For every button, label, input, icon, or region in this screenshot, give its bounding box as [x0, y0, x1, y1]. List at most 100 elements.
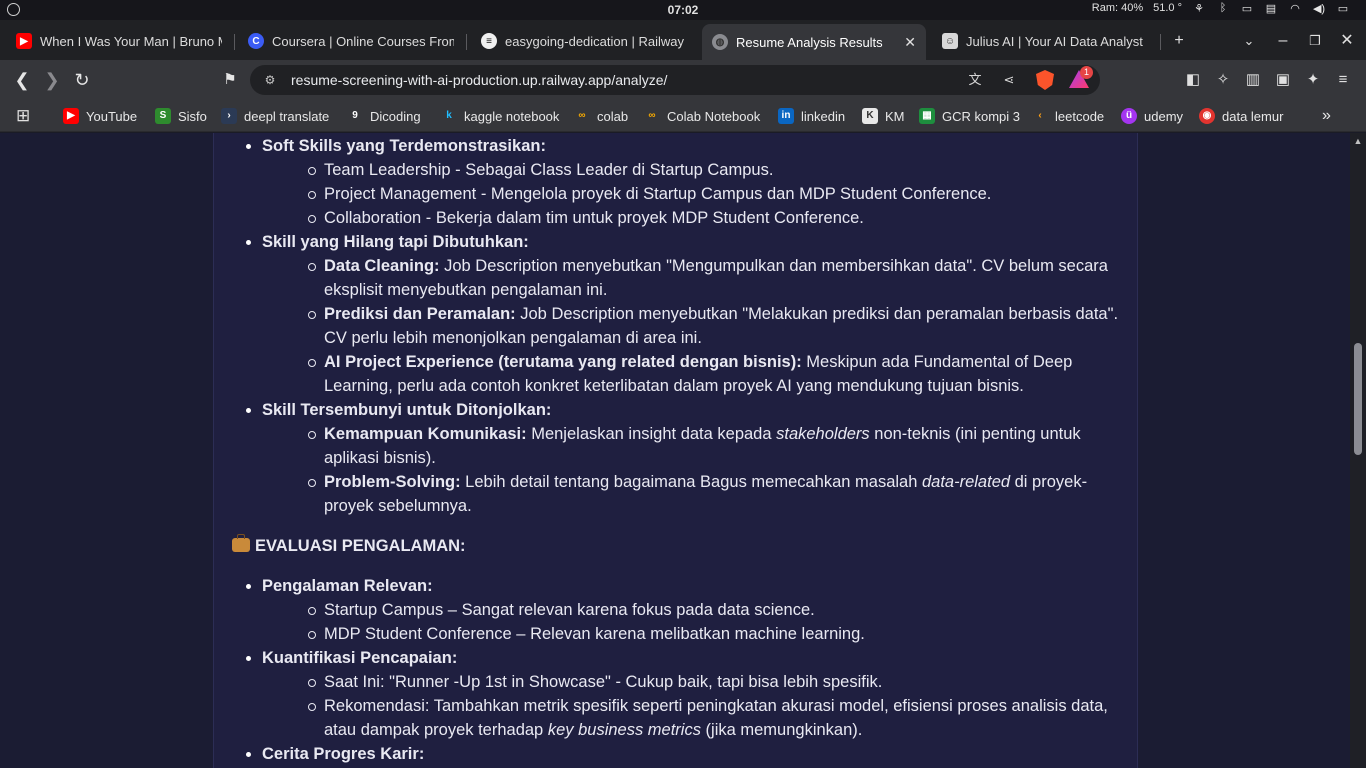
forward-button[interactable]: ❯ [40, 68, 64, 92]
menu-icon[interactable]: ≡ [1332, 69, 1354, 91]
bookmark-colab[interactable]: ∞ colab [574, 107, 628, 125]
address-bar[interactable]: ⚙ resume-screening-with-ai-production.up… [250, 65, 1100, 95]
list-item: Skill Tersembunyi untuk Ditonjolkan: Kem… [232, 398, 1122, 518]
tab-strip: ▶ When I Was Your Man | Bruno M C Course… [0, 20, 1366, 60]
list-item: Pengalaman Relevan: Startup Campus – San… [232, 574, 1122, 646]
extension-icon[interactable]: ◧ [1182, 69, 1204, 91]
system-tray: Ram: 40% 51.0 ° ⚘ ᛒ ▭ ▤ ◠ ◀) ▭ [1091, 2, 1350, 15]
deepl-icon: › [221, 108, 237, 124]
tab-coursera[interactable]: C Coursera | Online Courses From [238, 26, 464, 56]
maximize-button[interactable]: ❐ [1304, 30, 1326, 52]
sisfo-icon: S [155, 108, 171, 124]
list-item: Skill yang Hilang tapi Dibutuhkan: Data … [232, 230, 1122, 398]
youtube-icon: ▶ [16, 33, 32, 49]
list-item: Team Leadership - Sebagai Class Leader d… [262, 158, 1122, 182]
analysis-content: Soft Skills yang Terdemonstrasikan: Team… [232, 133, 1122, 766]
linkedin-icon: in [778, 108, 794, 124]
list-item: Cerita Progres Karir: [232, 742, 1122, 766]
notification-badge: 1 [1080, 66, 1093, 79]
bookmark-deepl[interactable]: › deepl translate [221, 107, 329, 125]
list-item: Rekomendasi: Tambahkan metrik spesifik s… [262, 694, 1122, 742]
bookmark-leetcode[interactable]: ‹ leetcode [1032, 107, 1104, 125]
vpn-icon[interactable]: ⚘ [1192, 2, 1206, 15]
railway-icon: ≡ [481, 33, 497, 49]
list-item: Kuantifikasi Pencapaian: Saat Ini: "Runn… [232, 646, 1122, 742]
scroll-up-arrow-icon[interactable]: ▲ [1353, 137, 1363, 146]
more-bookmarks-icon[interactable]: » [1322, 107, 1331, 125]
tab-railway[interactable]: ≡ easygoing-dedication | Railway [471, 26, 697, 56]
ram-indicator: Ram: 40% [1091, 2, 1144, 14]
tab-title: Coursera | Online Courses From [272, 33, 454, 49]
extensions-puzzle-icon[interactable]: ✧ [1212, 69, 1234, 91]
minimize-button[interactable]: – [1272, 30, 1294, 52]
section-heading-experience: EVALUASI PENGALAMAN: [232, 534, 1122, 558]
site-settings-icon[interactable]: ⚙ [262, 72, 278, 88]
scrollbar-thumb[interactable] [1354, 343, 1362, 455]
list-item: Problem-Solving: Lebih detail tentang ba… [262, 470, 1122, 518]
list-item: Startup Campus – Sangat relevan karena f… [262, 598, 1122, 622]
bookmark-kaggle[interactable]: k kaggle notebook [441, 107, 559, 125]
colab-icon: ∞ [578, 110, 586, 121]
sidebar-icon[interactable]: ▥ [1242, 69, 1264, 91]
volume-icon[interactable]: ◀) [1312, 2, 1326, 15]
tab-resume-analysis[interactable]: ◍ Resume Analysis Results ✕ [702, 24, 926, 60]
browser-toolbar: ❮ ❯ ↻ ⚑ ⚙ resume-screening-with-ai-produ… [0, 60, 1366, 100]
bookmark-gcr[interactable]: ▦ GCR kompi 3 [919, 107, 1020, 125]
brave-shields-icon[interactable] [1036, 70, 1054, 90]
translate-icon[interactable]: 文 [965, 70, 985, 90]
bookmark-icon[interactable]: ⚑ [218, 68, 242, 92]
tab-title: easygoing-dedication | Railway [505, 33, 684, 49]
julius-icon: ☺ [942, 33, 958, 49]
close-tab-icon[interactable]: ✕ [896, 34, 916, 51]
list-item: Project Management - Mengelola proyek di… [262, 182, 1122, 206]
reload-button[interactable]: ↻ [70, 68, 94, 92]
leo-ai-icon[interactable]: ✦ [1302, 69, 1324, 91]
tab-search-chevron-icon[interactable]: ⌄ [1238, 30, 1260, 52]
tab-julius[interactable]: ☺ Julius AI | Your AI Data Analyst [932, 26, 1158, 56]
temperature-indicator: 51.0 ° [1153, 2, 1182, 14]
wallet-icon[interactable]: ▣ [1272, 69, 1294, 91]
share-icon[interactable]: ⋖ [999, 70, 1019, 90]
leetcode-icon: ‹ [1038, 110, 1042, 121]
bookmark-udemy[interactable]: ü udemy [1121, 107, 1183, 125]
tab-title: Resume Analysis Results [736, 34, 883, 50]
list-item: Kemampuan Komunikasi: Menjelaskan insigh… [262, 422, 1122, 470]
apps-grid-icon[interactable]: ⊞ [16, 106, 30, 125]
youtube-icon: ▶ [63, 108, 79, 124]
battery-icon[interactable]: ▭ [1336, 2, 1350, 15]
list-item: Saat Ini: "Runner -Up 1st in Showcase" -… [262, 670, 1122, 694]
udemy-icon: ü [1121, 108, 1137, 124]
tab-youtube[interactable]: ▶ When I Was Your Man | Bruno M [6, 26, 232, 56]
kaggle-icon: k [446, 110, 452, 121]
analysis-card: Soft Skills yang Terdemonstrasikan: Team… [213, 133, 1138, 768]
bookmark-linkedin[interactable]: in linkedin [778, 107, 845, 125]
bookmarks-bar: ⊞ ▶ YouTube S Sisfo › deepl translate 9 Dico… [0, 100, 1366, 132]
bookmark-colab-notebook[interactable]: ∞ Colab Notebook [644, 107, 760, 125]
url-text[interactable]: resume-screening-with-ai-production.up.r… [291, 72, 667, 88]
classroom-icon: ▦ [919, 108, 935, 124]
back-button[interactable]: ❮ [10, 68, 34, 92]
briefcase-icon [232, 534, 250, 552]
close-window-button[interactable]: ✕ [1336, 30, 1358, 52]
list-item: Prediksi dan Peramalan: Job Description … [262, 302, 1122, 350]
bookmark-datalemur[interactable]: ◉ data lemur [1199, 107, 1283, 125]
new-tab-button[interactable]: + [1168, 30, 1190, 52]
bookmark-dicoding[interactable]: 9 Dicoding [347, 107, 421, 125]
bookmark-youtube[interactable]: ▶ YouTube [63, 107, 137, 125]
storage-icon[interactable]: ▭ [1240, 2, 1254, 15]
km-icon: K [862, 108, 878, 124]
list-item: Collaboration - Bekerja dalam tim untuk … [262, 206, 1122, 230]
page-viewport: Soft Skills yang Terdemonstrasikan: Team… [0, 133, 1350, 768]
tab-title: When I Was Your Man | Bruno M [40, 33, 222, 49]
bookmark-km[interactable]: K KM [862, 107, 905, 125]
list-item: MDP Student Conference – Relevan karena … [262, 622, 1122, 646]
list-item: Data Cleaning: Job Description menyebutk… [262, 254, 1122, 302]
coursera-icon: C [248, 33, 264, 49]
wifi-icon[interactable]: ◠ [1288, 2, 1302, 15]
clipboard-icon[interactable]: ▤ [1264, 2, 1278, 15]
os-status-bar: 07:02 Ram: 40% 51.0 ° ⚘ ᛒ ▭ ▤ ◠ ◀) ▭ [0, 0, 1366, 20]
list-item: AI Project Experience (terutama yang rel… [262, 350, 1122, 398]
bluetooth-icon[interactable]: ᛒ [1216, 2, 1230, 14]
vertical-scrollbar[interactable]: ▲ [1350, 133, 1366, 768]
bookmark-sisfo[interactable]: S Sisfo [155, 107, 207, 125]
